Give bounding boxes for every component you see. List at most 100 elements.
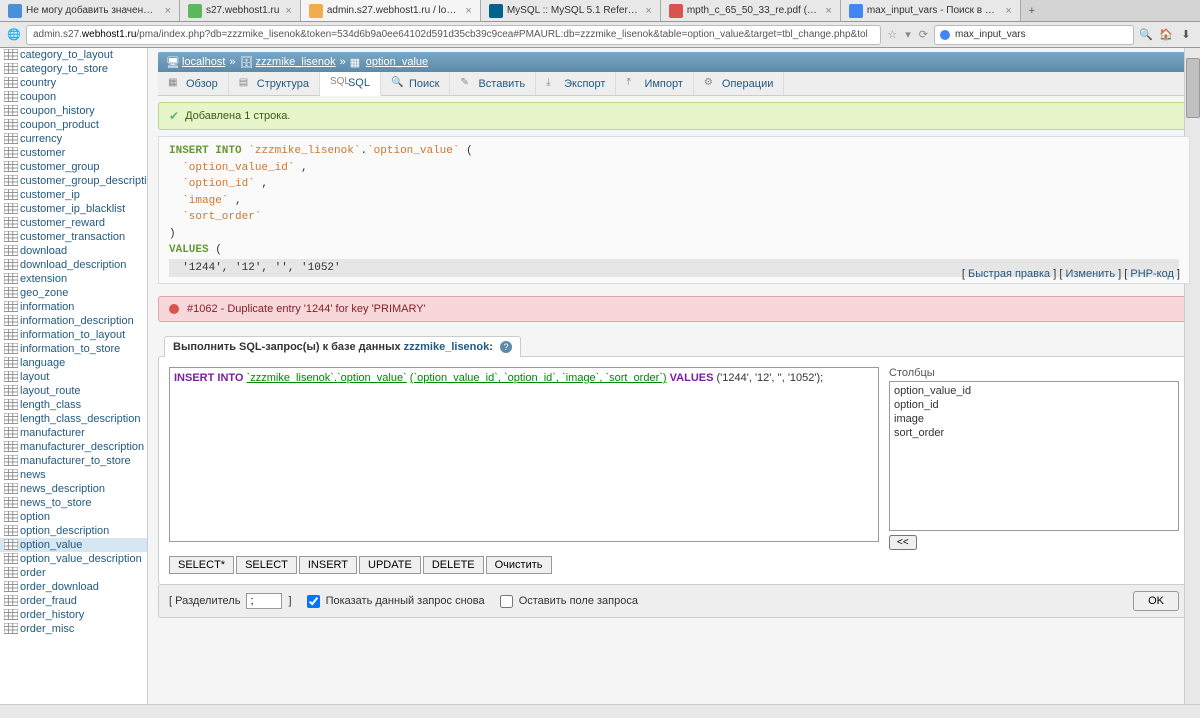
- tab-Структура[interactable]: ▤Структура: [229, 72, 320, 95]
- sidebar-item-customer_group[interactable]: customer_group: [0, 160, 147, 174]
- sidebar-item-news_description[interactable]: news_description: [0, 482, 147, 496]
- sidebar-item-information_description[interactable]: information_description: [0, 314, 147, 328]
- sidebar-item-extension[interactable]: extension: [0, 272, 147, 286]
- sidebar-item-coupon_history[interactable]: coupon_history: [0, 104, 147, 118]
- sidebar-item-information_to_store[interactable]: information_to_store: [0, 342, 147, 356]
- column-option[interactable]: option_value_id: [892, 384, 1176, 398]
- sidebar-item-information[interactable]: information: [0, 300, 147, 314]
- browser-tab[interactable]: MySQL :: MySQL 5.1 Reference Manual :...…: [481, 0, 661, 21]
- home-icon[interactable]: 🏠: [1158, 27, 1174, 43]
- sidebar-item-option[interactable]: option: [0, 510, 147, 524]
- sidebar-item-manufacturer_description[interactable]: manufacturer_description: [0, 440, 147, 454]
- sidebar-item-coupon[interactable]: coupon: [0, 90, 147, 104]
- dropdown-icon[interactable]: ▾: [903, 28, 913, 41]
- tab-close-icon[interactable]: ×: [165, 5, 171, 17]
- sidebar-item-manufacturer_to_store[interactable]: manufacturer_to_store: [0, 454, 147, 468]
- sidebar-item-option_description[interactable]: option_description: [0, 524, 147, 538]
- keep-query-checkbox[interactable]: [500, 595, 513, 608]
- stop-icon[interactable]: ☆: [885, 28, 899, 41]
- tab-close-icon[interactable]: ×: [465, 5, 471, 17]
- sidebar-item-currency[interactable]: currency: [0, 132, 147, 146]
- sidebar-item-customer_reward[interactable]: customer_reward: [0, 216, 147, 230]
- search-icon[interactable]: 🔍: [1138, 27, 1154, 43]
- sidebar-item-news_to_store[interactable]: news_to_store: [0, 496, 147, 510]
- sidebar-item-country[interactable]: country: [0, 76, 147, 90]
- tab-Импорт[interactable]: ⤒Импорт: [616, 72, 693, 95]
- sidebar-item-length_class_description[interactable]: length_class_description: [0, 412, 147, 426]
- sidebar-item-option_value[interactable]: option_value: [0, 538, 147, 552]
- sidebar-item-option_value_description[interactable]: option_value_description: [0, 552, 147, 566]
- sidebar-item-news[interactable]: news: [0, 468, 147, 482]
- sidebar-item-download_description[interactable]: download_description: [0, 258, 147, 272]
- sidebar-item-customer_ip_blacklist[interactable]: customer_ip_blacklist: [0, 202, 147, 216]
- browser-search-input[interactable]: max_input_vars: [934, 25, 1134, 45]
- sidebar[interactable]: category_to_layoutcategory_to_storecount…: [0, 48, 148, 704]
- query-header-db[interactable]: zzzmike_lisenok: [404, 341, 490, 353]
- column-option[interactable]: image: [892, 412, 1176, 426]
- sql-btn-select[interactable]: SELECT: [236, 556, 297, 574]
- tab-add-button[interactable]: +: [1021, 0, 1043, 21]
- breadcrumb-db[interactable]: zzzmike_lisenok: [256, 56, 336, 68]
- horizontal-scrollbar[interactable]: [0, 704, 1200, 718]
- sql-btn-update[interactable]: UPDATE: [359, 556, 421, 574]
- keep-query-label[interactable]: Оставить поле запроса: [519, 595, 638, 607]
- delimiter-input[interactable]: [246, 593, 282, 609]
- tab-close-icon[interactable]: ×: [285, 5, 291, 17]
- browser-tab[interactable]: mpth_c_65_50_33_re.pdf (объект «appli...…: [661, 0, 841, 21]
- breadcrumb-table[interactable]: option_value: [366, 56, 428, 68]
- column-option[interactable]: sort_order: [892, 426, 1176, 440]
- browser-tab[interactable]: s27.webhost1.ru×: [180, 0, 301, 21]
- sql-textarea[interactable]: INSERT INTO `zzzmike_lisenok`.`option_va…: [169, 367, 879, 542]
- tab-Экспорт[interactable]: ⤓Экспорт: [536, 72, 616, 95]
- tab-Вставить[interactable]: ✎Вставить: [450, 72, 536, 95]
- tab-close-icon[interactable]: ×: [645, 5, 651, 17]
- sql-btn-insert[interactable]: INSERT: [299, 556, 357, 574]
- sidebar-item-order_download[interactable]: order_download: [0, 580, 147, 594]
- sql-btn-delete[interactable]: DELETE: [423, 556, 484, 574]
- sidebar-item-layout[interactable]: layout: [0, 370, 147, 384]
- sidebar-item-download[interactable]: download: [0, 244, 147, 258]
- tab-Обзор[interactable]: ▦Обзор: [158, 72, 229, 95]
- show-again-checkbox[interactable]: [307, 595, 320, 608]
- sidebar-item-information_to_layout[interactable]: information_to_layout: [0, 328, 147, 342]
- browser-tab[interactable]: max_input_vars - Поиск в Google×: [841, 0, 1021, 21]
- column-option[interactable]: option_id: [892, 398, 1176, 412]
- help-icon[interactable]: ?: [500, 341, 512, 353]
- tab-Операции[interactable]: ⚙Операции: [694, 72, 784, 95]
- php-code-link[interactable]: PHP-код: [1130, 268, 1174, 280]
- sidebar-item-order_fraud[interactable]: order_fraud: [0, 594, 147, 608]
- sidebar-item-order_misc[interactable]: order_misc: [0, 622, 147, 636]
- quick-edit-link[interactable]: Быстрая правка: [968, 268, 1050, 280]
- show-again-label[interactable]: Показать данный запрос снова: [326, 595, 485, 607]
- edit-link[interactable]: Изменить: [1065, 268, 1115, 280]
- sidebar-item-customer[interactable]: customer: [0, 146, 147, 160]
- columns-list[interactable]: option_value_idoption_idimagesort_order: [889, 381, 1179, 531]
- sidebar-item-customer_ip[interactable]: customer_ip: [0, 188, 147, 202]
- reload-icon[interactable]: ⟳: [917, 28, 930, 41]
- browser-tab[interactable]: Не могу добавить значение опции - Op...×: [0, 0, 180, 21]
- sidebar-item-language[interactable]: language: [0, 356, 147, 370]
- columns-insert-button[interactable]: <<: [889, 535, 917, 550]
- url-input[interactable]: admin.s27.webhost1.ru/pma/index.php?db=z…: [26, 25, 881, 45]
- sidebar-item-category_to_store[interactable]: category_to_store: [0, 62, 147, 76]
- sidebar-item-layout_route[interactable]: layout_route: [0, 384, 147, 398]
- sidebar-item-customer_group_descriptio[interactable]: customer_group_descriptio: [0, 174, 147, 188]
- sidebar-item-manufacturer[interactable]: manufacturer: [0, 426, 147, 440]
- sql-btn-select-star[interactable]: SELECT*: [169, 556, 234, 574]
- tab-close-icon[interactable]: ×: [1005, 5, 1011, 17]
- tab-SQL[interactable]: SQLSQL: [320, 72, 381, 96]
- sidebar-item-geo_zone[interactable]: geo_zone: [0, 286, 147, 300]
- sidebar-item-order[interactable]: order: [0, 566, 147, 580]
- sidebar-item-order_history[interactable]: order_history: [0, 608, 147, 622]
- sidebar-item-coupon_product[interactable]: coupon_product: [0, 118, 147, 132]
- download-icon[interactable]: ⬇: [1178, 27, 1194, 43]
- sidebar-item-customer_transaction[interactable]: customer_transaction: [0, 230, 147, 244]
- sidebar-item-length_class[interactable]: length_class: [0, 398, 147, 412]
- browser-tab[interactable]: admin.s27.webhost1.ru / localhost / zzz.…: [301, 0, 481, 21]
- sidebar-item-category_to_layout[interactable]: category_to_layout: [0, 48, 147, 62]
- sql-btn-очистить[interactable]: Очистить: [486, 556, 552, 574]
- breadcrumb-host[interactable]: localhost: [182, 56, 225, 68]
- tab-Поиск[interactable]: 🔍Поиск: [381, 72, 450, 95]
- tab-close-icon[interactable]: ×: [825, 5, 831, 17]
- ok-button[interactable]: OK: [1133, 591, 1179, 611]
